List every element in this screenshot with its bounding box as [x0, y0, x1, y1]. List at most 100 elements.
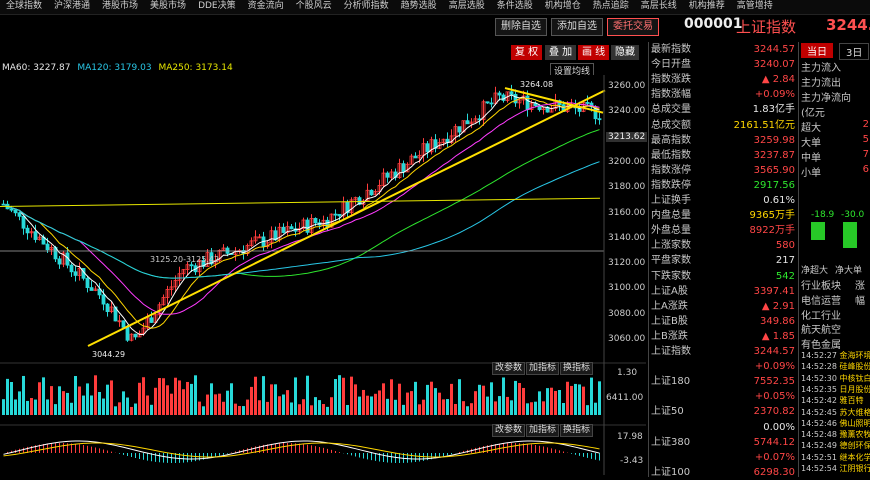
vol-switch-indicator-button[interactable]: 换指标 — [560, 362, 594, 375]
candle-body — [369, 189, 374, 196]
fund-net-label: 主力净流向 — [801, 93, 851, 104]
tick-row: 14:52:49 德创环保 — [801, 440, 870, 451]
fund-flow-row: 小单 6 — [801, 164, 869, 179]
volume-bar — [170, 393, 173, 415]
menu-item-1[interactable]: 沪深港通 — [48, 0, 96, 14]
volume-bar — [398, 383, 401, 415]
tick-name: 德创环保 — [836, 441, 870, 451]
candle-body — [457, 126, 462, 133]
quote-value: 5744.12 — [753, 436, 795, 448]
volume-bar — [514, 380, 517, 415]
volume-bar — [226, 390, 229, 415]
trade-button[interactable]: 委托交易 — [607, 18, 659, 36]
industry-item[interactable]: 电信运营 — [801, 292, 841, 307]
vol-add-indicator-button[interactable]: 加指标 — [526, 362, 560, 375]
chart-canvas[interactable] — [0, 75, 646, 475]
candle-body — [149, 317, 154, 323]
tick-name: 佛山照明 — [836, 418, 870, 428]
tick-row: 14:52:27 金海环境 — [801, 350, 870, 361]
volume-bar — [138, 382, 141, 415]
volume-bar — [362, 389, 365, 415]
quote-value: +0.09% — [754, 361, 795, 373]
volume-bar — [194, 375, 197, 415]
industry-item[interactable]: 有色金属 — [801, 336, 841, 351]
quote-value: 217 — [775, 255, 795, 267]
volume-bar — [198, 401, 201, 415]
quote-row: +0.05% — [651, 389, 795, 404]
candle-body — [105, 303, 110, 312]
fund-flow-label: 小单 — [801, 168, 821, 179]
menu-item-10[interactable]: 条件选股 — [491, 0, 539, 14]
quote-value: 542 — [775, 270, 795, 282]
tab-today[interactable]: 当日 — [801, 43, 833, 58]
volume-bar — [530, 402, 533, 415]
macd-add-indicator-button[interactable]: 加指标 — [526, 424, 560, 437]
menu-item-5[interactable]: 资金流向 — [242, 0, 290, 14]
restore-rights-button[interactable]: 复 权 — [511, 45, 543, 60]
delete-watchlist-button[interactable]: 删除自选 — [495, 18, 547, 36]
quote-row: 最高指数 3259.98 — [651, 133, 795, 148]
volume-bar — [322, 404, 325, 415]
volume-bar — [390, 379, 393, 415]
volume-bar — [218, 393, 221, 415]
menu-item-0[interactable]: 全球指数 — [0, 0, 48, 14]
volume-bar — [406, 392, 409, 415]
vol-params-button[interactable]: 改参数 — [492, 362, 526, 375]
draw-line-button[interactable]: 画 线 — [578, 45, 610, 60]
volume-bar — [254, 376, 257, 415]
fund-flow-value: 6 — [862, 164, 869, 175]
bar-value-1: -18.9 — [811, 210, 835, 220]
candle-body — [33, 231, 38, 240]
volume-bar — [422, 399, 425, 415]
menu-item-13[interactable]: 高层长线 — [635, 0, 683, 14]
tick-time: 14:52:30 — [801, 373, 837, 383]
menu-item-6[interactable]: 个股风云 — [290, 0, 338, 14]
menu-item-4[interactable]: DDE决策 — [192, 0, 242, 14]
ma-legend: MA60: 3227.87 MA120: 3179.03 MA250: 3173… — [2, 63, 233, 73]
menu-item-8[interactable]: 趋势选股 — [395, 0, 443, 14]
volume-bar — [270, 384, 273, 415]
volume-bar — [582, 386, 585, 415]
menu-item-3[interactable]: 美股市场 — [144, 0, 192, 14]
price-tick: 3180.00 — [608, 182, 646, 193]
quote-row: 最新指数 3244.57 — [651, 42, 795, 57]
volume-bar — [358, 396, 361, 415]
menu-item-14[interactable]: 机构推荐 — [683, 0, 731, 14]
volume-bar — [494, 401, 497, 415]
tick-time: 14:52:48 — [801, 430, 837, 440]
volume-bar — [554, 390, 557, 415]
fund-flow-label: 超大 — [801, 123, 821, 134]
macd-switch-indicator-button[interactable]: 换指标 — [560, 424, 594, 437]
volume-bar — [498, 396, 501, 415]
volume-bar — [210, 383, 213, 415]
menu-item-7[interactable]: 分析师指数 — [338, 0, 395, 14]
menu-item-15[interactable]: 高管增持 — [731, 0, 779, 14]
add-watchlist-button[interactable]: 添加自选 — [551, 18, 603, 36]
volume-bar — [286, 390, 289, 415]
tab-three-day[interactable]: 3日 — [839, 43, 870, 60]
volume-bar — [450, 383, 453, 415]
menu-item-2[interactable]: 港股市场 — [96, 0, 144, 14]
quote-row: 上证180 7552.35 — [651, 374, 795, 389]
volume-bar — [34, 399, 37, 415]
candle-body — [289, 226, 294, 230]
menu-item-11[interactable]: 机构增仓 — [539, 0, 587, 14]
volume-bar — [6, 378, 9, 415]
volume-bar — [326, 406, 329, 415]
macd-params-button[interactable]: 改参数 — [492, 424, 526, 437]
overlay-button[interactable]: 叠 加 — [545, 45, 577, 60]
tick-time: 14:52:45 — [801, 407, 837, 417]
volume-bar — [10, 381, 13, 415]
volume-bar — [94, 375, 97, 415]
quote-value: 349.86 — [760, 315, 795, 327]
industry-item[interactable]: 化工行业 — [801, 307, 841, 322]
hide-button[interactable]: 隐藏 — [611, 45, 639, 60]
menu-item-9[interactable]: 高层选股 — [443, 0, 491, 14]
industry-item[interactable]: 航天航空 — [801, 321, 841, 336]
volume-bar — [18, 391, 21, 415]
tick-time: 14:52:27 — [801, 351, 837, 360]
quote-value: ▲ 1.85 — [761, 330, 795, 342]
menu-item-12[interactable]: 热点追踪 — [587, 0, 635, 14]
quote-value: 3244.57 — [753, 346, 795, 357]
quote-value: 3397.41 — [753, 285, 795, 297]
